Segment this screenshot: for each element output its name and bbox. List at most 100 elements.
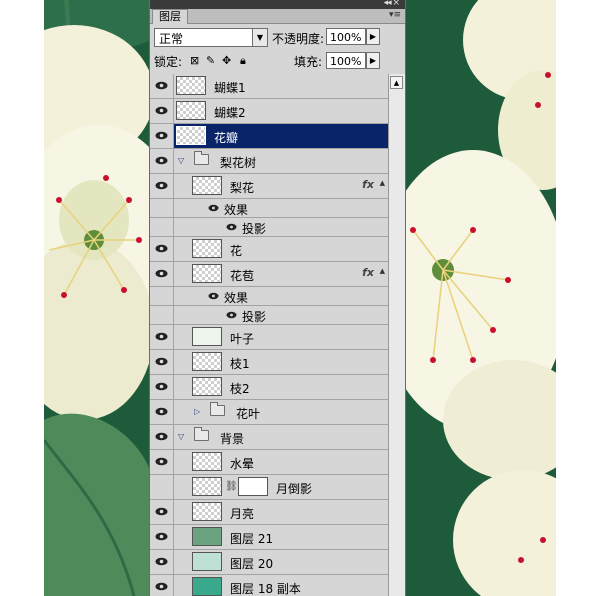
layer-row[interactable]: 花苞 fx ▲	[150, 262, 388, 287]
collapse-arrow-icon[interactable]: ▲	[380, 267, 385, 275]
visibility-eye-icon[interactable]	[150, 500, 174, 524]
lock-all-icon[interactable]: 🔒︎	[240, 54, 246, 68]
layer-row[interactable]: 图层 18 副本	[150, 575, 388, 596]
group-name: 花叶	[236, 407, 261, 421]
expand-triangle-icon[interactable]: ▽	[178, 432, 184, 441]
layer-thumbnail	[192, 452, 222, 471]
layer-name: 叶子	[230, 332, 255, 346]
effect-item-row[interactable]: 投影	[150, 306, 388, 325]
visibility-eye-icon[interactable]	[150, 237, 174, 261]
layer-name: 月倒影	[276, 482, 313, 496]
effect-eye-icon[interactable]	[208, 292, 219, 300]
lock-transparency-icon[interactable]: ⊠	[190, 54, 199, 67]
panel-menu-icon[interactable]: ▾≡	[389, 10, 401, 20]
layer-row[interactable]: 月亮	[150, 500, 388, 525]
layer-row[interactable]: 枝1	[150, 350, 388, 375]
blend-mode-select[interactable]: 正常 ▼	[154, 28, 268, 47]
layer-row[interactable]: 枝2	[150, 375, 388, 400]
canvas-artwork-left	[44, 0, 150, 596]
eye-slot	[150, 218, 174, 236]
layer-thumbnail	[192, 552, 222, 571]
expand-triangle-icon[interactable]: ▷	[194, 407, 200, 416]
layer-thumbnail	[192, 527, 222, 546]
layer-row[interactable]: 梨花 fx ▲	[150, 174, 388, 199]
layer-thumbnail	[192, 176, 222, 195]
folder-icon	[194, 151, 209, 165]
layer-row[interactable]: 图层 20	[150, 550, 388, 575]
visibility-eye-icon[interactable]	[150, 99, 174, 123]
visibility-eye-icon[interactable]	[150, 375, 174, 399]
layer-row[interactable]: 图层 21	[150, 525, 388, 550]
collapse-arrow-icon[interactable]: ▲	[380, 179, 385, 187]
folder-icon	[194, 427, 209, 441]
layer-name: 图层 21	[230, 532, 274, 546]
group-name: 梨花树	[220, 156, 257, 170]
layer-thumbnail	[176, 101, 206, 120]
visibility-eye-icon[interactable]	[150, 400, 174, 424]
visibility-eye-icon[interactable]	[150, 575, 174, 596]
group-row[interactable]: ▽ 背景	[150, 425, 388, 450]
effect-item-row[interactable]: 投影	[150, 218, 388, 237]
fx-icon[interactable]: fx	[362, 266, 374, 279]
effects-row[interactable]: 效果	[150, 199, 388, 218]
effects-row[interactable]: 效果	[150, 287, 388, 306]
chevron-down-icon[interactable]: ▼	[252, 29, 267, 46]
layer-row-selected[interactable]: 花瓣	[150, 124, 388, 149]
fx-icon[interactable]: fx	[362, 178, 374, 191]
effect-eye-icon[interactable]	[226, 223, 237, 231]
eye-slot	[150, 306, 174, 324]
layer-row[interactable]: 花	[150, 237, 388, 262]
layer-thumbnail	[192, 577, 222, 596]
layer-name: 图层 20	[230, 557, 274, 571]
layer-name: 蝴蝶2	[214, 106, 246, 120]
layer-list-scrollbar[interactable]: ▲	[388, 74, 405, 596]
fill-arrow-icon[interactable]: ▶	[366, 52, 380, 69]
group-row[interactable]: ▷ 花叶	[150, 400, 388, 425]
visibility-eye-icon[interactable]	[150, 450, 174, 474]
visibility-eye-icon[interactable]	[150, 124, 174, 148]
layer-row[interactable]: 水晕	[150, 450, 388, 475]
layer-thumbnail	[192, 477, 222, 496]
lock-move-icon[interactable]: ✥	[222, 54, 231, 67]
fill-label: 填充:	[294, 55, 323, 69]
layer-thumbnail	[176, 126, 206, 145]
layer-row[interactable]: 蝴蝶2	[150, 99, 388, 124]
layer-row[interactable]: 叶子	[150, 325, 388, 350]
layer-name: 花	[230, 244, 243, 258]
effect-eye-icon[interactable]	[226, 311, 237, 319]
layer-name: 蝴蝶1	[214, 81, 246, 95]
visibility-eye-icon[interactable]	[150, 149, 174, 173]
visibility-eye-icon[interactable]	[150, 425, 174, 449]
lock-fill-row: 锁定: ⊠ ✎ ✥ 🔒︎ 填充: 100% ▶	[150, 48, 405, 75]
expand-triangle-icon[interactable]: ▽	[178, 156, 184, 165]
visibility-eye-icon[interactable]	[150, 325, 174, 349]
visibility-eye-icon[interactable]	[150, 262, 174, 286]
opacity-input[interactable]: 100%	[326, 28, 366, 45]
layer-row[interactable]: ⛓ 月倒影	[150, 475, 388, 500]
eye-slot	[150, 199, 174, 217]
visibility-slot-empty[interactable]	[150, 475, 174, 499]
layer-name: 花瓣	[214, 131, 239, 145]
blend-opacity-row: 正常 ▼ 不透明度: 100% ▶	[150, 24, 405, 48]
collapse-icon[interactable]: ◂◂ ×	[384, 0, 400, 8]
scroll-up-icon[interactable]: ▲	[390, 76, 403, 89]
tab-layers[interactable]: 图层	[152, 9, 188, 24]
canvas-artwork-right	[403, 0, 556, 596]
panel-tab-bar: 图层 ▾≡	[150, 9, 405, 24]
visibility-eye-icon[interactable]	[150, 350, 174, 374]
visibility-eye-icon[interactable]	[150, 525, 174, 549]
group-name: 背景	[220, 432, 245, 446]
link-chain-icon[interactable]: ⛓	[225, 481, 238, 492]
fill-input[interactable]: 100%	[326, 52, 366, 69]
group-row[interactable]: ▽ 梨花树	[150, 149, 388, 174]
layer-row[interactable]: 蝴蝶1	[150, 74, 388, 99]
visibility-eye-icon[interactable]	[150, 174, 174, 198]
layer-thumbnail	[192, 377, 222, 396]
effect-eye-icon[interactable]	[208, 204, 219, 212]
opacity-arrow-icon[interactable]: ▶	[366, 28, 380, 45]
visibility-eye-icon[interactable]	[150, 550, 174, 574]
lock-paint-icon[interactable]: ✎	[206, 54, 215, 67]
layer-list: 蝴蝶1 蝴蝶2 花瓣 ▽ 梨花树 梨花 fx ▲ 效果 投影 花 花苞 fx ▲…	[150, 74, 388, 596]
layer-mask-thumbnail[interactable]	[238, 477, 268, 496]
visibility-eye-icon[interactable]	[150, 74, 174, 98]
